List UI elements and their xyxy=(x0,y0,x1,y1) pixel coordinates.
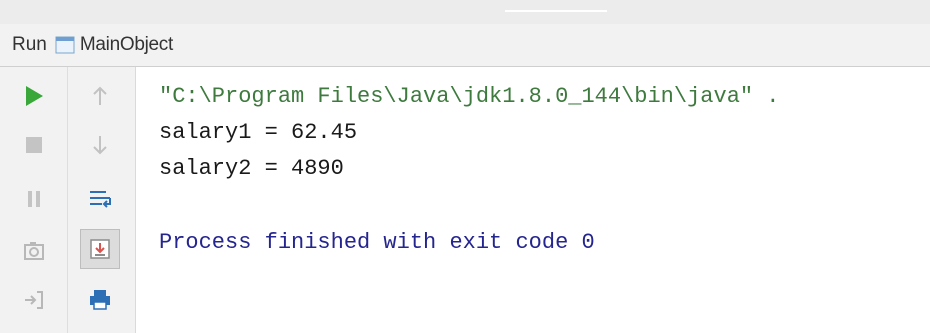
exit-icon xyxy=(25,291,43,309)
console-output[interactable]: "C:\Program Files\Java\jdk1.8.0_144\bin\… xyxy=(136,67,930,333)
scroll-to-end-icon xyxy=(90,239,110,259)
pause-button[interactable] xyxy=(14,179,54,219)
output-line-salary2: salary2 = 4890 xyxy=(159,156,344,181)
stop-icon xyxy=(26,137,42,153)
exit-button[interactable] xyxy=(14,280,54,320)
scroll-down-button[interactable] xyxy=(80,125,120,165)
scroll-up-button[interactable] xyxy=(80,76,120,116)
arrow-down-icon xyxy=(93,136,107,155)
scroll-to-end-button[interactable] xyxy=(80,229,120,269)
application-config-icon xyxy=(55,36,75,54)
print-icon xyxy=(90,290,110,310)
arrow-up-icon xyxy=(93,86,107,105)
camera-icon xyxy=(24,242,44,260)
run-panel-header: Run MainObject xyxy=(0,24,930,67)
command-line: "C:\Program Files\Java\jdk1.8.0_144\bin\… xyxy=(159,84,780,109)
run-toolbar xyxy=(0,67,136,333)
soft-wrap-icon xyxy=(90,191,111,208)
rerun-button[interactable] xyxy=(14,76,54,116)
output-line-salary1: salary1 = 62.45 xyxy=(159,120,358,145)
toolbar-separator xyxy=(67,67,68,333)
stop-button[interactable] xyxy=(14,125,54,165)
run-icon xyxy=(26,86,43,106)
pause-icon xyxy=(28,191,40,207)
run-panel-title: Run xyxy=(12,34,47,55)
soft-wrap-button[interactable] xyxy=(80,179,120,219)
process-exit-message: Process finished with exit code 0 xyxy=(159,230,595,255)
dump-threads-button[interactable] xyxy=(14,231,54,271)
window-top-strip xyxy=(0,0,930,25)
drag-handle xyxy=(505,10,607,12)
print-button[interactable] xyxy=(80,279,120,319)
run-config-tab[interactable]: MainObject xyxy=(80,34,173,56)
